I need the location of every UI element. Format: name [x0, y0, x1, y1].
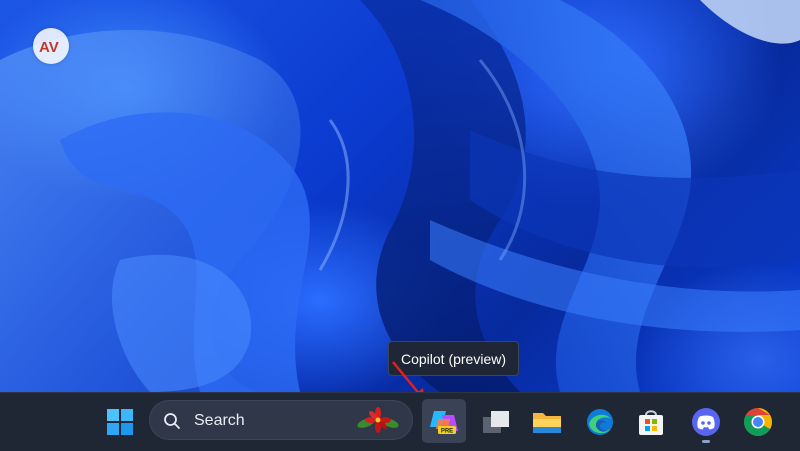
- discord-button[interactable]: [687, 403, 725, 441]
- edge-button[interactable]: [581, 403, 619, 441]
- discord-running-indicator: [702, 440, 710, 443]
- copilot-badge: PRE: [441, 429, 453, 435]
- task-view-button[interactable]: [477, 403, 515, 441]
- watermark-text: AV: [39, 39, 59, 56]
- file-explorer-button[interactable]: [528, 403, 566, 441]
- microsoft-store-button[interactable]: [632, 403, 670, 441]
- desktop-wallpaper: AV: [0, 0, 800, 392]
- windows-logo-icon: [107, 409, 133, 435]
- task-view-icon: [483, 411, 509, 433]
- watermark-logo: AV: [33, 28, 69, 64]
- folder-icon: [533, 413, 561, 433]
- chrome-icon: [744, 408, 772, 436]
- start-button[interactable]: [101, 403, 139, 441]
- watermark-logo-icon: AV: [39, 39, 59, 56]
- copilot-icon: PRE: [430, 411, 458, 435]
- copilot-button[interactable]: PRE: [422, 399, 466, 443]
- search-box[interactable]: Search: [149, 400, 413, 440]
- search-label: Search: [194, 412, 245, 429]
- edge-icon: [587, 409, 613, 435]
- taskbar: Search PRE: [0, 392, 800, 451]
- wallpaper-art: [0, 0, 800, 392]
- store-icon: [639, 410, 663, 435]
- chrome-button[interactable]: [739, 403, 777, 441]
- discord-icon: [692, 408, 720, 436]
- poinsettia-icon: [357, 407, 399, 433]
- search-icon: [164, 413, 180, 429]
